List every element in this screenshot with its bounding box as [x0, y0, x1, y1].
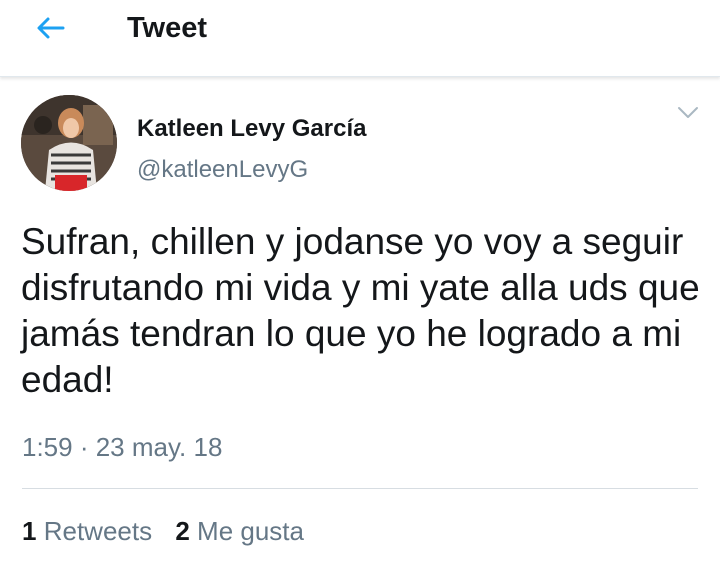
likes-stat[interactable]: 2 Me gusta	[175, 515, 304, 547]
author-name[interactable]: Katleen Levy García	[137, 114, 366, 144]
back-button[interactable]	[30, 10, 70, 46]
retweets-stat[interactable]: 1 Retweets	[22, 515, 152, 547]
back-arrow-icon	[37, 17, 65, 39]
likes-count: 2	[175, 516, 190, 546]
tweet-timestamp: 1:59 · 23 may. 18	[22, 432, 223, 462]
author-handle[interactable]: @katleenLevyG	[137, 155, 308, 185]
retweets-count: 1	[22, 516, 37, 546]
divider	[22, 488, 698, 489]
avatar[interactable]	[21, 95, 117, 191]
top-bar: Tweet	[0, 0, 720, 77]
chevron-down-icon	[678, 107, 698, 118]
tweet-options-button[interactable]	[674, 101, 702, 125]
page-title: Tweet	[127, 12, 208, 44]
retweets-label: Retweets	[43, 516, 153, 546]
tweet-stats: 1 Retweets 2 Me gusta	[22, 515, 304, 547]
likes-label: Me gusta	[197, 516, 304, 546]
tweet-text: Sufran, chillen y jodanse yo voy a segui…	[21, 221, 700, 400]
